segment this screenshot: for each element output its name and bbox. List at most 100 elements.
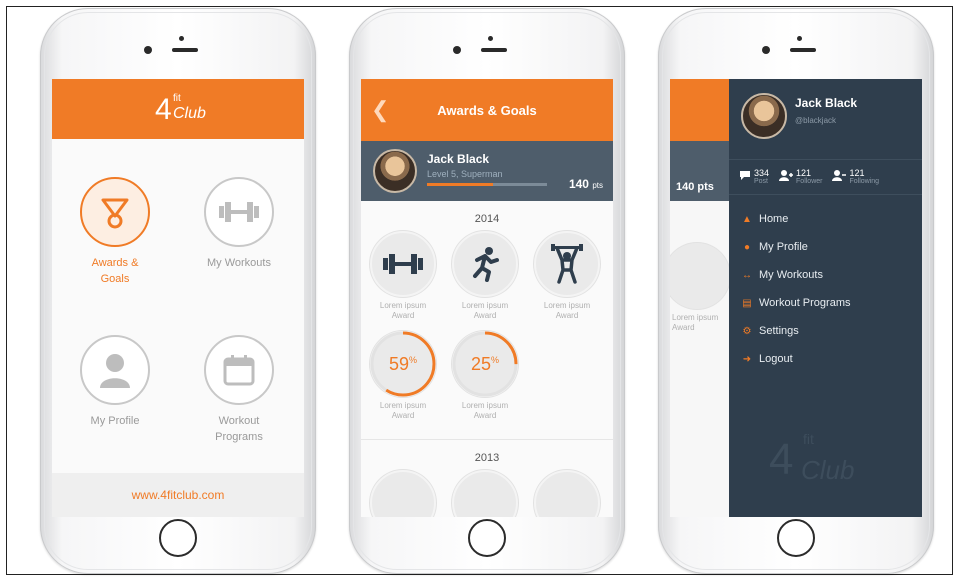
home-button[interactable] [159,519,197,557]
app-logo: 4 fit Club [151,91,206,127]
stat-followers[interactable]: 121 Follower [779,168,822,186]
award-label: Lorem ipsum Award [461,301,509,320]
goal-progress-ring: 25% [452,331,518,397]
underlying-page[interactable]: 140 pts Lorem ipsum Award [670,79,730,517]
tile-label: My Profile [90,415,140,427]
menu-user-name: Jack Black [795,96,858,110]
tile-my-workouts[interactable]: My Workouts [184,177,294,271]
calendar-icon [204,335,274,405]
runner-icon [452,470,518,517]
menu-item-home[interactable]: ▲ Home [729,205,922,233]
home-icon: ▲ [742,213,752,225]
menu-nav: ▲ Home ● My Profile ↔ My Workouts ▤ Workout … [729,205,922,373]
goal-item[interactable]: 25% Lorem ipsum Award [449,331,521,421]
menu-item-label: Settings [759,325,799,337]
weightlifter-icon [670,243,730,309]
comment-icon [739,168,751,186]
stat-label: Follower [796,177,823,185]
stat-posts[interactable]: 334 Post [739,168,769,186]
tile-my-profile[interactable]: My Profile [60,335,170,429]
stat-label: Following [849,177,880,185]
front-camera [144,46,152,54]
dumbbell-icon [370,231,436,297]
tile-workout-programs[interactable]: Workout Programs [184,335,294,445]
goals-row: 59% Lorem ipsum Award 25% Lorem ipsum Awar… [361,331,613,431]
following-icon [832,168,847,186]
phone-home: 4 fit Club Awards & Goals My Workouts My… [40,8,316,574]
award-label: Lorem ipsum Award [461,401,509,420]
menu-item-logout[interactable]: ➜ Logout [729,345,922,373]
goal-item[interactable]: 59% Lorem ipsum Award [367,331,439,421]
stat-value: 121 [849,167,865,178]
home-grid: Awards & Goals My Workouts My Profile Wor… [52,139,304,473]
menu-item-my-workouts[interactable]: ↔ My Workouts [729,261,922,289]
stat-value: 334 [754,167,770,178]
user-stats: 334 Post 121 Follower 121 Following [729,159,922,195]
front-camera [762,46,770,54]
award-item[interactable] [449,470,521,517]
stat-value: 121 [796,167,812,178]
menu-item-label: Home [759,213,789,225]
chevron-left-icon[interactable]: ❮ [371,97,389,123]
person-icon: ● [743,241,751,253]
menu-item-settings[interactable]: ⚙ Settings [729,317,922,345]
dumbbell-icon: ↔ [742,269,752,281]
awards-screen: ❮ Awards & Goals Jack Black Level 5, Sup… [361,79,613,517]
dumbbell-icon [204,177,274,247]
medal-icon [80,177,150,247]
logo-word: Club [173,105,206,122]
earpiece-speaker [790,48,816,52]
app-header: 4 fit Club [52,79,304,139]
award-item[interactable]: Lorem ipsum Award [367,231,439,321]
sensor-dot [488,36,493,41]
peek-header [670,79,729,141]
sensor-dot [179,36,184,41]
tile-awards-goals[interactable]: Awards & Goals [60,177,170,287]
phone-menu: 140 pts Lorem ipsum Award Jack Black @bla… [658,8,934,574]
award-label: Lorem ipsum Award [379,401,427,420]
avatar[interactable] [741,93,787,139]
person-icon [80,335,150,405]
menu-screen: 140 pts Lorem ipsum Award Jack Black @bla… [670,79,922,517]
home-button[interactable] [468,519,506,557]
home-button[interactable] [777,519,815,557]
award-item[interactable]: Lorem ipsum Award [531,231,603,321]
menu-item-label: My Profile [759,241,808,253]
tile-label: Awards & Goals [91,257,139,285]
runner-icon [452,231,518,297]
phone-awards: ❮ Awards & Goals Jack Black Level 5, Sup… [349,8,625,574]
menu-item-workout-programs[interactable]: ▤ Workout Programs [729,289,922,317]
menu-item-my-profile[interactable]: ● My Profile [729,233,922,261]
menu-item-label: Logout [759,353,793,365]
sensor-dot [797,36,802,41]
awards-row-partial [361,470,613,517]
follower-icon [779,168,794,186]
award-item[interactable] [367,470,439,517]
earpiece-speaker [172,48,198,52]
menu-user-handle: @blackjack [795,116,837,125]
menu-item-label: Workout Programs [759,297,851,309]
website-link[interactable]: www.4fitclub.com [52,473,304,517]
goal-progress-ring: 59% [370,331,436,397]
user-level: Level 5, Superman [427,169,503,179]
front-camera [453,46,461,54]
earpiece-speaker [481,48,507,52]
avatar[interactable] [373,149,417,193]
tile-label: Workout Programs [215,415,263,443]
award-item[interactable]: Lorem ipsum Award [449,231,521,321]
award-item[interactable] [531,470,603,517]
tile-label: My Workouts [207,257,271,269]
year-heading: 2014 [474,213,500,225]
weightlifter-icon [534,231,600,297]
peek-award-label: Lorem ipsum Award [672,313,719,332]
user-summary: Jack Black Level 5, Superman 140 pts [361,141,613,201]
side-menu: Jack Black @blackjack 334 Post 121 Followe… [729,79,922,517]
logout-icon: ➜ [742,353,752,365]
award-label: Lorem ipsum Award [379,301,427,320]
level-progress-bar [427,183,547,186]
award-label: Lorem ipsum Award [543,301,591,320]
awards-row: Lorem ipsum Award Lorem ipsum Award Lorem … [361,231,613,331]
stat-label: Post [754,177,769,185]
stat-following[interactable]: 121 Following [832,168,879,186]
calendar-icon: ▤ [742,297,752,309]
